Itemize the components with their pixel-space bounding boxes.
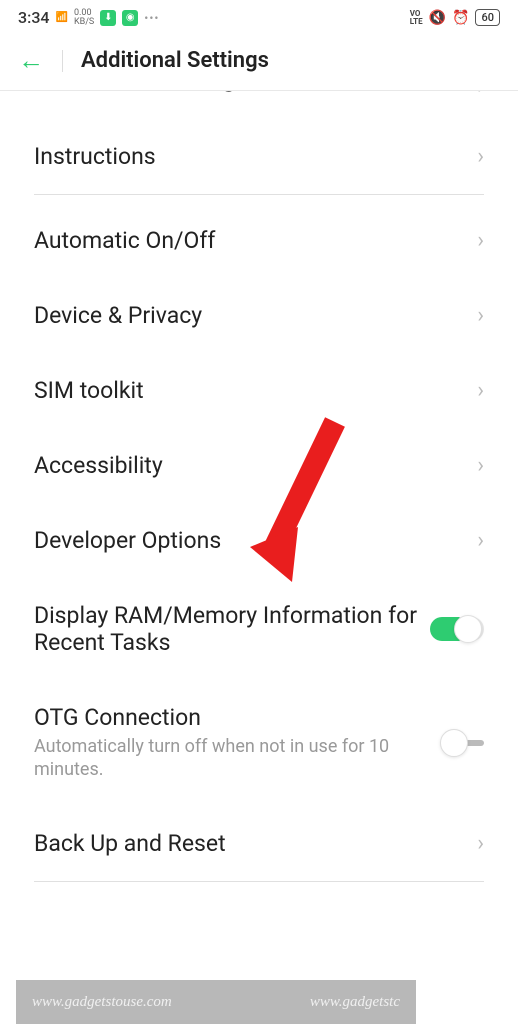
page-header: ← Additional Settings <box>0 31 518 90</box>
chevron-right-icon: › <box>477 378 484 403</box>
setting-label: Accessibility <box>34 452 477 479</box>
section-divider <box>34 881 484 882</box>
app-icon-1: ⬇ <box>100 10 116 26</box>
setting-text: Instructions <box>34 143 477 170</box>
setting-sim-toolkit[interactable]: SIM toolkit › <box>0 353 518 428</box>
battery-indicator: 60 <box>475 9 500 26</box>
alarm-icon: ⏰ <box>452 10 469 26</box>
chevron-right-icon: › <box>477 303 484 328</box>
watermark-right: www.gadgetstc <box>310 994 400 1011</box>
setting-label: Automatic On/Off <box>34 227 477 254</box>
setting-instructions[interactable]: Instructions › <box>0 119 518 194</box>
watermark: www.gadgetstouse.com www.gadgetstc <box>16 980 416 1024</box>
setting-text: Display RAM/Memory Information for Recen… <box>34 602 430 656</box>
settings-list: Download Management › Instructions › Aut… <box>0 91 518 882</box>
setting-developer-options[interactable]: Developer Options › <box>0 503 518 578</box>
setting-label: SIM toolkit <box>34 377 477 404</box>
status-bar: 3:34 📶 0.00 KB/S ⬇ ◉ ••• VOLTE 🔇 ⏰ 60 <box>0 0 518 31</box>
status-time: 3:34 <box>18 8 50 27</box>
setting-text: Back Up and Reset <box>34 830 477 857</box>
chevron-right-icon: › <box>477 453 484 478</box>
setting-label: Instructions <box>34 143 477 170</box>
toggle-on-icon <box>430 617 484 641</box>
chevron-right-icon: › <box>477 228 484 253</box>
setting-label: Developer Options <box>34 527 477 554</box>
back-arrow-icon[interactable]: ← <box>18 45 44 76</box>
setting-otg-connection[interactable]: OTG Connection Automatically turn off wh… <box>0 680 518 806</box>
signal-icon: 📶 <box>56 12 68 23</box>
chevron-right-icon: › <box>477 528 484 553</box>
setting-label: Back Up and Reset <box>34 830 477 857</box>
chevron-right-icon: › <box>477 831 484 856</box>
page-title: Additional Settings <box>81 48 269 73</box>
watermark-left: www.gadgetstouse.com <box>32 994 172 1011</box>
toggle-otg[interactable] <box>430 728 484 758</box>
app-icon-2: ◉ <box>122 10 138 26</box>
setting-label: Download Management <box>34 91 309 93</box>
setting-accessibility[interactable]: Accessibility › <box>0 428 518 503</box>
setting-text: OTG Connection Automatically turn off wh… <box>34 704 430 782</box>
chevron-right-icon: › <box>477 91 484 99</box>
setting-label: Device & Privacy <box>34 302 477 329</box>
network-speed: 0.00 KB/S <box>74 9 94 27</box>
setting-text: Developer Options <box>34 527 477 554</box>
setting-label: OTG Connection <box>34 704 430 731</box>
setting-backup-reset[interactable]: Back Up and Reset › <box>0 806 518 881</box>
header-divider <box>62 50 63 72</box>
mute-icon: 🔇 <box>429 10 446 26</box>
setting-automatic-onoff[interactable]: Automatic On/Off › <box>0 203 518 278</box>
toggle-display-ram[interactable] <box>430 614 484 644</box>
status-right: VOLTE 🔇 ⏰ 60 <box>410 9 500 26</box>
chevron-right-icon: › <box>477 144 484 169</box>
setting-text: Device & Privacy <box>34 302 477 329</box>
toggle-off-icon <box>430 731 484 755</box>
setting-text: Accessibility <box>34 452 477 479</box>
setting-device-privacy[interactable]: Device & Privacy › <box>0 278 518 353</box>
setting-text: SIM toolkit <box>34 377 477 404</box>
setting-download-management[interactable]: Download Management › <box>0 91 518 119</box>
status-left: 3:34 📶 0.00 KB/S ⬇ ◉ ••• <box>18 8 159 27</box>
setting-display-ram[interactable]: Display RAM/Memory Information for Recen… <box>0 578 518 680</box>
volte-icon: VOLTE <box>410 10 423 24</box>
setting-sublabel: Automatically turn off when not in use f… <box>34 735 430 782</box>
setting-text: Automatic On/Off <box>34 227 477 254</box>
more-notifications-icon: ••• <box>144 11 159 25</box>
setting-label: Display RAM/Memory Information for Recen… <box>34 602 430 656</box>
